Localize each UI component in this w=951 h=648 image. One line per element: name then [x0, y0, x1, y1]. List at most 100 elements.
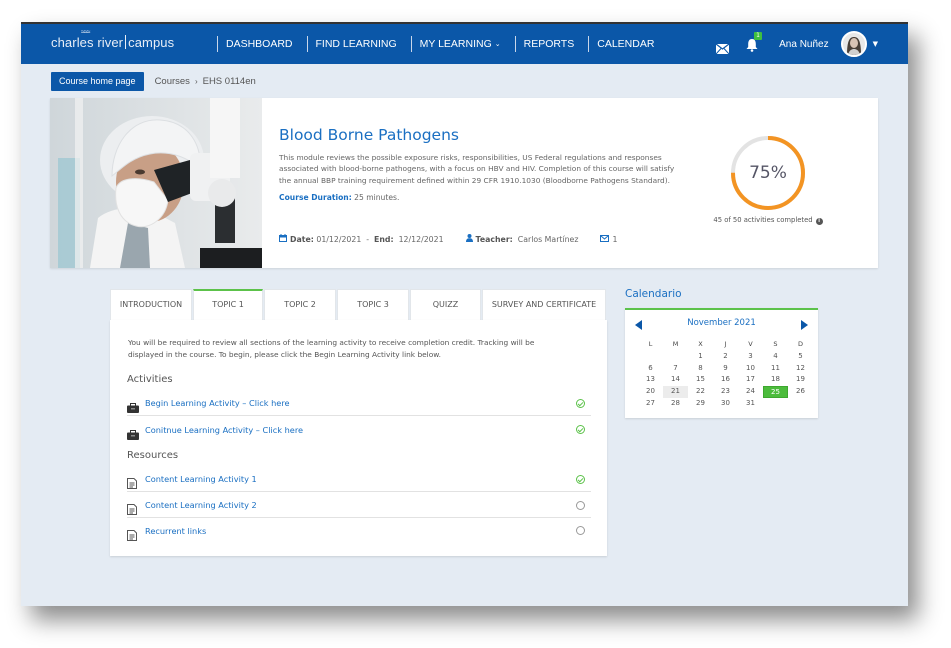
calendar-day[interactable]: 28 — [663, 398, 688, 410]
main-nav: DASHBOARD FIND LEARNING MY LEARNING ⌄ REP… — [217, 36, 668, 52]
topic-tabs: INTRODUCTION TOPIC 1 TOPIC 2 TOPIC 3 QUI… — [110, 289, 607, 320]
document-icon — [127, 526, 139, 541]
calendar-day[interactable]: 15 — [688, 374, 713, 386]
calendar-day[interactable]: 14 — [663, 374, 688, 386]
nav-find-learning[interactable]: FIND LEARNING — [306, 36, 405, 52]
topic-panel: You will be required to review all secti… — [110, 320, 607, 556]
calendar-day[interactable]: 7 — [663, 363, 688, 375]
calendar-widget: November 2021 L M X J V S D 1 2 3 4 5 6 7 8 9 10 11 12 13 14… — [625, 308, 818, 418]
calendar-day[interactable]: 11 — [763, 363, 788, 375]
resource-row[interactable]: Content Learning Activity 1 — [127, 467, 591, 492]
start-date: 01/12/2021 — [316, 234, 362, 244]
logo-waves-icon: ≈≈≈ — [81, 29, 90, 36]
calendar-day[interactable]: 12 — [788, 363, 813, 375]
calendar-day[interactable]: 26 — [788, 386, 813, 398]
incomplete-circle-icon — [576, 526, 585, 535]
continue-activity-link[interactable]: Conitnue Learning Activity – Click here — [145, 425, 303, 435]
user-name[interactable]: Ana Nuñez — [779, 39, 828, 50]
calendar-day[interactable]: 17 — [738, 374, 763, 386]
message-count: 1 — [612, 234, 618, 244]
calendar-day[interactable]: 4 — [763, 351, 788, 363]
calendar-day-today[interactable]: 21 — [663, 386, 688, 398]
tab-topic-3[interactable]: TOPIC 3 — [337, 289, 409, 320]
calendar-day[interactable]: 27 — [638, 398, 663, 410]
teacher-name[interactable]: Carlos Martínez — [518, 235, 579, 244]
nav-dashboard[interactable]: DASHBOARD — [217, 36, 301, 52]
briefcase-icon — [127, 398, 139, 413]
completed-check-icon — [576, 475, 585, 484]
calendar-day[interactable]: 18 — [763, 374, 788, 386]
weekday-label: D — [797, 340, 803, 348]
calendar-day[interactable]: 6 — [638, 363, 663, 375]
calendar-day[interactable]: 22 — [688, 386, 713, 398]
resource-row[interactable]: Content Learning Activity 2 — [127, 493, 591, 518]
avatar[interactable] — [840, 31, 867, 57]
calendar-day[interactable]: 29 — [688, 398, 713, 410]
nav-calendar[interactable]: CALENDAR — [588, 36, 662, 52]
tab-quizz[interactable]: QUIZZ — [410, 289, 481, 320]
info-icon[interactable]: i — [815, 218, 823, 225]
teacher-label: Teacher: — [475, 234, 513, 244]
calendar-day[interactable]: 30 — [713, 398, 738, 410]
microscope-scientist-illustration — [50, 98, 262, 268]
course-duration-value: 25 minutes. — [354, 192, 400, 202]
resource-link[interactable]: Content Learning Activity 2 — [145, 500, 257, 510]
calendar-day[interactable]: 9 — [713, 363, 738, 375]
course-home-button[interactable]: Course home page — [51, 72, 144, 91]
progress-percent: 75% — [749, 163, 787, 183]
resource-row[interactable]: Recurrent links — [127, 518, 591, 543]
envelope-icon[interactable] — [715, 39, 730, 55]
resource-link[interactable]: Content Learning Activity 1 — [145, 474, 257, 484]
tab-topic-1[interactable]: TOPIC 1 — [193, 289, 263, 320]
breadcrumb-courses[interactable]: Courses — [155, 76, 190, 87]
caret-down-icon[interactable]: ▼ — [873, 40, 878, 48]
notifications-button[interactable]: 1 — [745, 32, 762, 52]
course-image — [50, 98, 262, 268]
date-label: Date: — [290, 234, 314, 244]
calendar-day[interactable]: 5 — [788, 351, 813, 363]
briefcase-icon — [127, 425, 139, 440]
calendar-day[interactable]: 13 — [638, 374, 663, 386]
tab-survey-certificate[interactable]: SURVEY AND CERTIFICATE — [482, 289, 606, 320]
course-duration: Course Duration: 25 minutes. — [279, 193, 679, 202]
calendar-icon — [279, 234, 287, 244]
nav-calendar-label: CALENDAR — [597, 38, 655, 50]
course-title: Blood Borne Pathogens — [279, 126, 459, 144]
envelope-outline-icon[interactable] — [600, 234, 610, 244]
calendar-day[interactable]: 10 — [738, 363, 763, 375]
calendar-day[interactable]: 2 — [713, 351, 738, 363]
nav-reports[interactable]: REPORTS — [514, 36, 583, 52]
nav-my-learning[interactable]: MY LEARNING ⌄ — [410, 36, 509, 52]
completed-check-icon — [576, 425, 585, 434]
resource-link[interactable]: Recurrent links — [145, 526, 206, 536]
nav-dashboard-label: DASHBOARD — [226, 38, 293, 50]
brand-logo[interactable]: ≈≈≈ charles river campus — [51, 29, 175, 50]
course-progress: 75% 45 of 50 activities completed i — [698, 134, 838, 225]
course-card: Blood Borne Pathogens This module review… — [50, 98, 878, 268]
calendar-day[interactable]: 31 — [738, 398, 763, 410]
calendar-day[interactable]: 8 — [688, 363, 713, 375]
calendar-day[interactable]: 1 — [688, 351, 713, 363]
next-month-arrow-icon[interactable] — [801, 320, 808, 330]
calendar-day[interactable]: 19 — [788, 374, 813, 386]
activity-row[interactable]: Begin Learning Activity – Click here — [127, 391, 591, 416]
begin-activity-link[interactable]: Begin Learning Activity – Click here — [145, 398, 290, 408]
calendar-day[interactable]: 3 — [738, 351, 763, 363]
weekday-label: V — [748, 340, 753, 348]
calendar-day[interactable]: 16 — [713, 374, 738, 386]
end-date: 12/12/2021 — [398, 234, 444, 244]
course-duration-label: Course Duration: — [279, 192, 352, 202]
logo-right-text: campus — [128, 35, 175, 50]
calendar-day-selected[interactable]: 25 — [763, 386, 788, 398]
progress-summary: 45 of 50 activities completed i — [698, 216, 838, 225]
tab-introduction[interactable]: INTRODUCTION — [110, 289, 192, 320]
nav-my-learning-label: MY LEARNING — [419, 38, 492, 50]
weekday-label: X — [698, 340, 703, 348]
calendar-day[interactable]: 24 — [738, 386, 763, 398]
calendar-day[interactable]: 23 — [713, 386, 738, 398]
tab-topic-2[interactable]: TOPIC 2 — [264, 289, 336, 320]
activity-row[interactable]: Conitnue Learning Activity – Click here — [127, 417, 591, 442]
topic-intro: You will be required to review all secti… — [128, 338, 535, 359]
notification-badge: 1 — [754, 32, 762, 40]
calendar-day[interactable]: 20 — [638, 386, 663, 398]
